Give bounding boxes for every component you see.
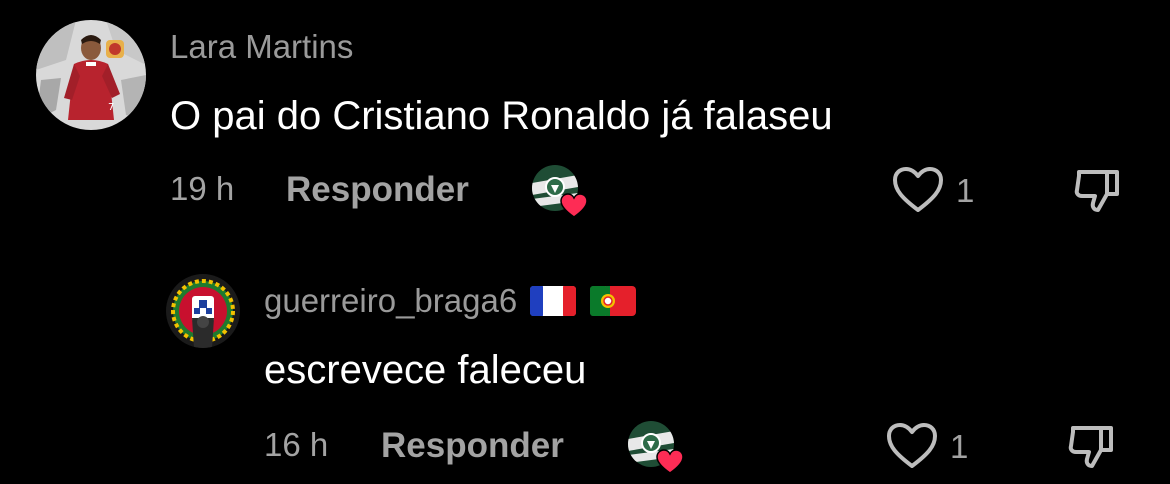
thumbs-down-icon xyxy=(1074,170,1119,212)
heart-outline-icon xyxy=(893,167,943,212)
heart-outline-icon xyxy=(887,423,937,468)
like-count: 1 xyxy=(950,427,969,465)
comment-text: escrevece faleceu xyxy=(264,348,587,392)
portugal-coat-of-arms-avatar-icon xyxy=(166,274,240,348)
username-text: guerreiro_braga6 xyxy=(264,282,518,319)
heart-badge-icon xyxy=(656,449,684,474)
creator-liked-badge xyxy=(628,421,684,475)
portugal-flag-icon xyxy=(589,285,636,321)
like-button[interactable]: 1 xyxy=(892,166,974,214)
comment-text: O pai do Cristiano Ronaldo já falaseu xyxy=(170,94,833,138)
footballer-avatar-icon: 7 xyxy=(36,20,146,130)
comment-timestamp: 16 h xyxy=(264,426,329,463)
comment-username[interactable]: guerreiro_braga6 xyxy=(264,284,636,321)
comment-item: 7 Lara Martins O pai do Cristiano Ronald… xyxy=(0,0,1170,240)
france-flag-icon xyxy=(530,285,577,321)
comment-username[interactable]: Lara Martins xyxy=(170,30,353,63)
user-avatar[interactable] xyxy=(166,274,240,348)
svg-text:7: 7 xyxy=(108,102,114,113)
reply-button[interactable]: Responder xyxy=(381,428,564,463)
like-button[interactable]: 1 xyxy=(886,422,968,470)
creator-liked-badge xyxy=(532,165,588,219)
comment-item: guerreiro_braga6 escrevece faleceu 16 h … xyxy=(0,240,1170,484)
user-avatar[interactable]: 7 xyxy=(36,20,146,130)
thumbs-down-icon xyxy=(1068,426,1113,468)
like-count: 1 xyxy=(956,171,975,209)
reply-button[interactable]: Responder xyxy=(286,172,469,207)
dislike-button[interactable] xyxy=(1066,420,1118,472)
heart-badge-icon xyxy=(560,193,588,218)
dislike-button[interactable] xyxy=(1072,164,1124,216)
comment-timestamp: 19 h xyxy=(170,170,235,207)
